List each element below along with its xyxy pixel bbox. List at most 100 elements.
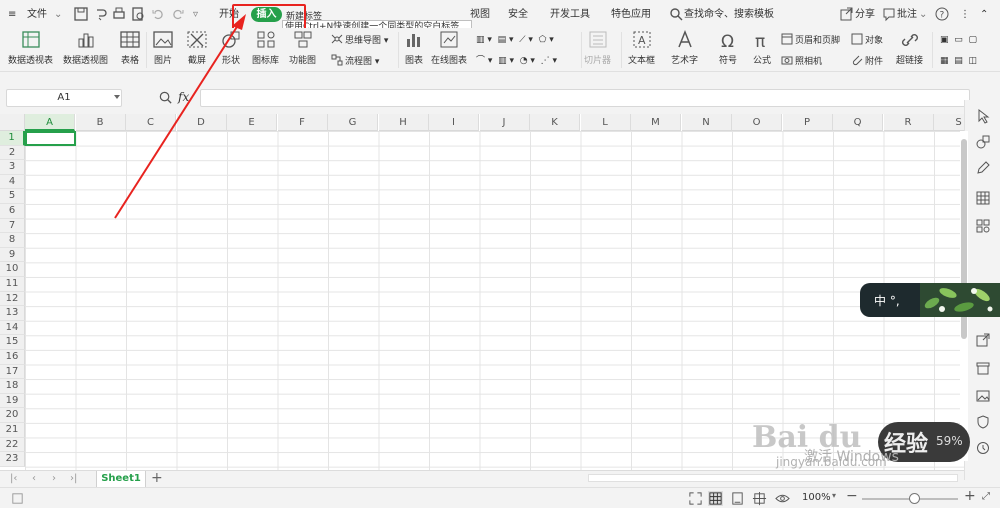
column-header-K[interactable]: K (530, 114, 580, 131)
slicer-button[interactable]: 切片器 (584, 30, 611, 66)
shape-button[interactable]: 形状 (219, 30, 243, 66)
share-doc-icon[interactable] (975, 332, 991, 348)
formula-input[interactable] (200, 89, 970, 107)
undo-icon[interactable] (150, 6, 166, 22)
shapes-icon[interactable] (975, 134, 991, 150)
tab-sheet1[interactable]: Sheet1 (96, 471, 146, 487)
row-header-18[interactable]: 18 (0, 379, 25, 394)
tab-special[interactable]: 特色应用 (611, 7, 651, 23)
more-icon[interactable]: ⋮ (960, 7, 970, 23)
row-header-17[interactable]: 17 (0, 364, 25, 380)
pencil-icon[interactable] (975, 160, 991, 176)
chevron-down-icon[interactable]: ⌄ (54, 7, 62, 23)
more-insert-icons[interactable]: ▣ ▭ ▢ (940, 33, 977, 47)
tab-view[interactable]: 视图 (470, 7, 490, 23)
column-header-R[interactable]: R (883, 114, 934, 131)
tab-developer[interactable]: 开发工具 (550, 7, 590, 23)
column-header-M[interactable]: M (631, 114, 681, 131)
chevron-down-icon[interactable]: ⌄ (919, 7, 927, 23)
hyperlink-button[interactable]: 超链接 (896, 30, 923, 66)
print-preview-icon[interactable] (130, 6, 146, 22)
first-sheet-icon[interactable]: |‹ (10, 473, 17, 484)
active-cell[interactable] (25, 131, 76, 146)
column-header-N[interactable]: N (681, 114, 732, 131)
column-header-E[interactable]: E (227, 114, 277, 131)
search-icon[interactable] (668, 6, 684, 22)
column-header-J[interactable]: J (479, 114, 530, 131)
row-header-4[interactable]: 4 (0, 174, 25, 190)
column-header-L[interactable]: L (580, 114, 631, 131)
camera-button[interactable]: 照相机 (781, 54, 822, 68)
art-text-button[interactable]: 艺术字 (671, 30, 698, 66)
row-header-3[interactable]: 3 (0, 160, 25, 175)
eye-protection-icon[interactable] (775, 491, 790, 506)
file-menu[interactable]: 文件 (27, 7, 47, 23)
row-header-23[interactable]: 23 (0, 452, 25, 467)
screenshot-button[interactable]: 截屏 (185, 30, 209, 66)
help-icon[interactable]: ? (934, 6, 950, 22)
menu-icon[interactable]: ≡ (8, 7, 16, 23)
row-header-22[interactable]: 22 (0, 437, 25, 453)
history-icon[interactable] (975, 440, 991, 456)
share-icon[interactable] (838, 6, 854, 22)
table-view-icon[interactable] (975, 190, 991, 206)
row-header-6[interactable]: 6 (0, 204, 25, 219)
column-header-A[interactable]: A (25, 114, 75, 131)
column-header-B[interactable]: B (75, 114, 126, 131)
column-header-C[interactable]: C (126, 114, 176, 131)
page-break-icon[interactable] (752, 491, 767, 506)
row-header-15[interactable]: 15 (0, 335, 25, 350)
column-header-I[interactable]: I (429, 114, 479, 131)
row-header-9[interactable]: 9 (0, 247, 25, 263)
symbol-button[interactable]: Ω 符号 (716, 30, 740, 66)
undo-history-icon[interactable] (93, 6, 109, 22)
redo-icon[interactable] (170, 6, 186, 22)
table-button[interactable]: 表格 (118, 30, 142, 66)
customize-quick-access-icon[interactable]: ▿ (193, 7, 198, 23)
zoom-level[interactable]: 100% (802, 492, 831, 503)
select-all-corner[interactable] (0, 114, 25, 131)
column-header-D[interactable]: D (176, 114, 227, 131)
last-sheet-icon[interactable]: ›| (70, 473, 77, 484)
row-header-11[interactable]: 11 (0, 277, 25, 292)
search-command[interactable]: 查找命令、搜索模板 (684, 7, 774, 23)
chart-button[interactable]: 图表 (402, 30, 426, 66)
name-box[interactable]: A1 (6, 89, 122, 107)
prev-sheet-icon[interactable]: ‹ (32, 473, 36, 484)
row-header-10[interactable]: 10 (0, 262, 25, 277)
row-header-12[interactable]: 12 (0, 291, 25, 307)
zoom-out-button[interactable]: − (846, 488, 858, 504)
image-icon[interactable] (975, 388, 991, 404)
pivot-chart-button[interactable]: 数据透视图 (63, 30, 108, 66)
comment-icon[interactable] (881, 6, 897, 22)
comment-button[interactable]: 批注 (897, 7, 917, 23)
zoom-slider-handle[interactable] (909, 493, 920, 504)
mind-map-button[interactable]: 思维导图 ▾ (331, 33, 388, 47)
icon-library-button[interactable]: 图标库 (252, 30, 279, 66)
row-header-5[interactable]: 5 (0, 189, 25, 204)
line-chart-dropdown[interactable]: ⌒ ▾ ▥ ▾ ◔ ▾ ⋰ ▾ (476, 54, 557, 68)
online-chart-button[interactable]: 在线图表 (431, 30, 467, 66)
column-header-O[interactable]: O (732, 114, 782, 131)
row-header-2[interactable]: 2 (0, 145, 25, 161)
column-header-S[interactable]: S (934, 114, 964, 131)
page-layout-icon[interactable] (730, 491, 745, 506)
save-icon[interactable] (73, 6, 89, 22)
horizontal-scrollbar[interactable] (588, 474, 958, 482)
share-button[interactable]: 分享 (855, 7, 875, 23)
more-insert-icons-2[interactable]: ▦ ▤ ◫ (940, 54, 977, 68)
row-header-1[interactable]: 1 (0, 131, 25, 146)
macro-record-icon[interactable] (10, 491, 25, 506)
header-footer-button[interactable]: 页眉和页脚 (781, 33, 840, 47)
pivot-table-button[interactable]: 数据透视表 (8, 30, 53, 66)
apps-icon[interactable] (975, 218, 991, 234)
column-header-Q[interactable]: Q (833, 114, 883, 131)
shield-icon[interactable] (975, 414, 991, 430)
normal-view-icon[interactable] (708, 491, 723, 506)
chevron-down-icon[interactable]: ▾ (832, 491, 836, 500)
column-chart-dropdown[interactable]: ▥ ▾ ▤ ▾ ⟋ ▾ ⬠ ▾ (476, 33, 554, 47)
object-button[interactable]: 对象 (851, 33, 883, 47)
column-header-G[interactable]: G (328, 114, 378, 131)
collapse-ribbon-icon[interactable]: ⌃ (980, 7, 988, 23)
cursor-icon[interactable] (975, 108, 991, 124)
